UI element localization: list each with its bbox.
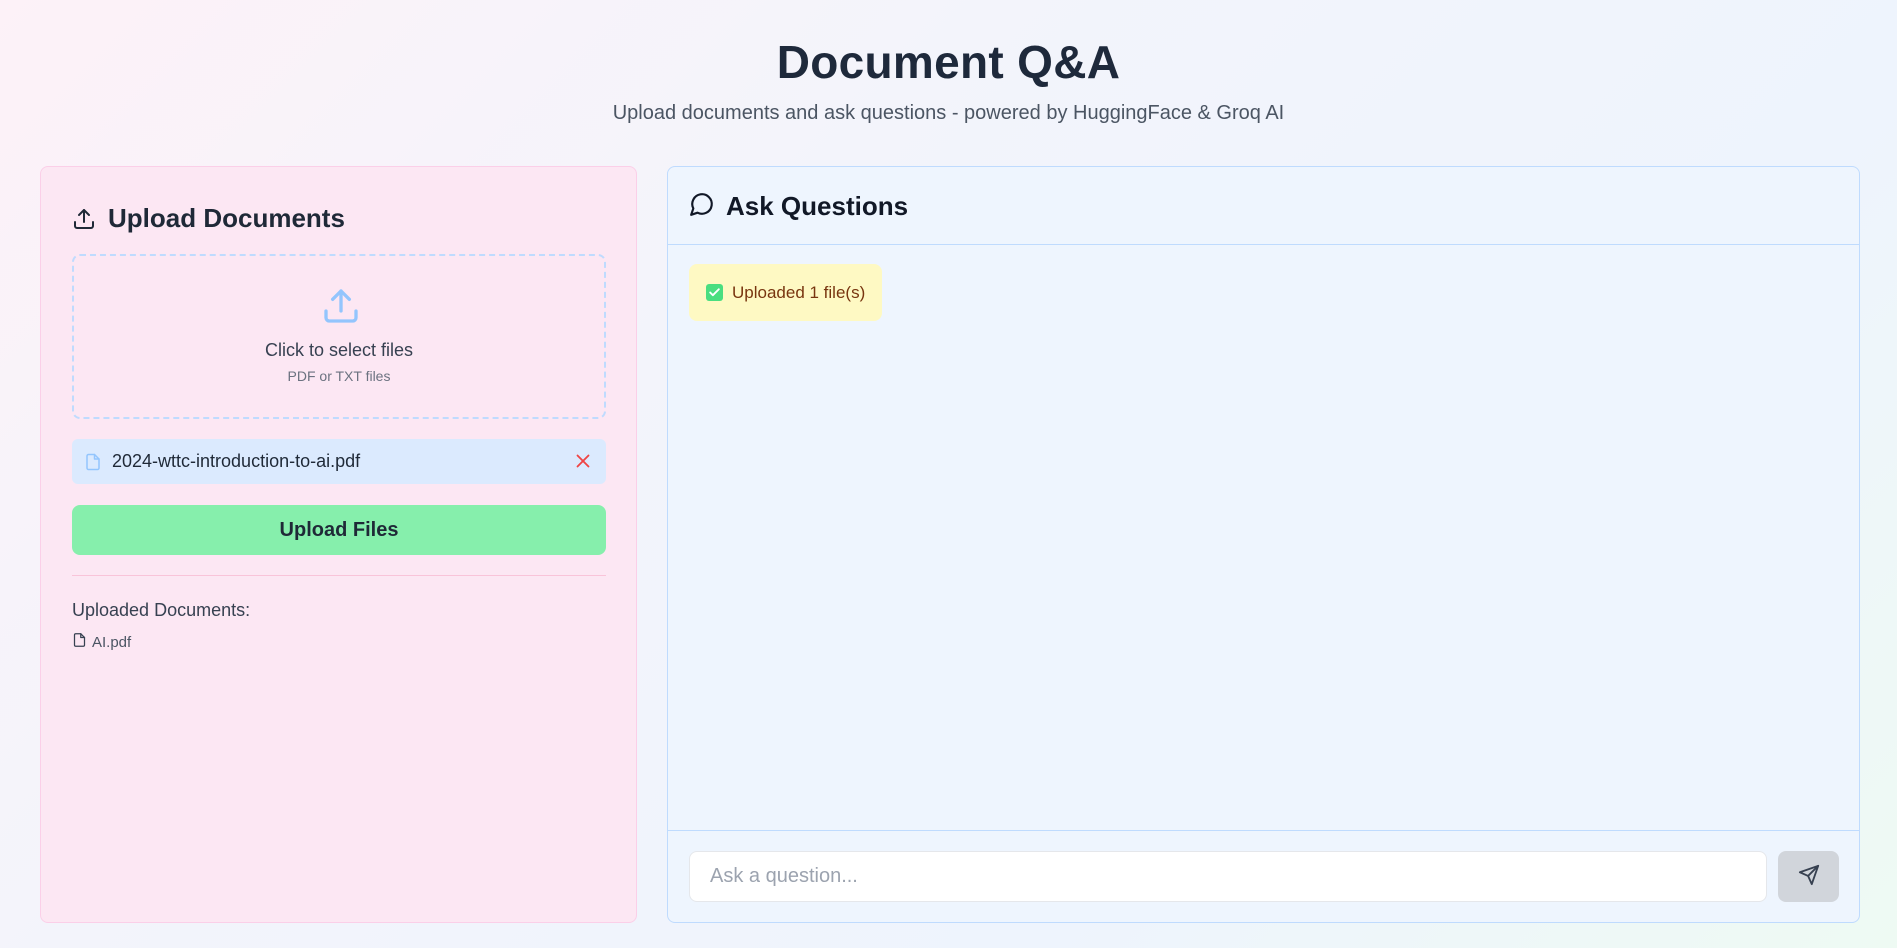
uploaded-documents-title: Uploaded Documents:: [72, 600, 251, 620]
dropzone-main-text: Click to select files: [264, 340, 414, 360]
page-header: Document Q&A Upload documents and ask qu…: [0, 32, 1897, 126]
uploaded-document-item: AI.pdf: [72, 632, 131, 653]
selected-file-name: 2024-wttc-introduction-to-ai.pdf: [112, 451, 361, 471]
question-input[interactable]: [689, 851, 1767, 902]
chat-panel: Ask Questions Uploaded 1 file(s): [667, 166, 1860, 923]
uploaded-document-name: AI.pdf: [92, 634, 132, 651]
upload-panel: Upload Documents Click to select files P…: [40, 166, 637, 923]
file-dropzone[interactable]: Click to select files PDF or TXT files: [72, 254, 606, 419]
message-circle-icon: [689, 191, 715, 222]
upload-icon: [321, 286, 361, 331]
divider: [72, 575, 606, 576]
upload-icon: [72, 207, 96, 231]
file-icon: [72, 632, 87, 653]
page-subtitle: Upload documents and ask questions - pow…: [612, 102, 1285, 124]
close-icon[interactable]: [572, 450, 594, 477]
upload-files-button[interactable]: Upload Files: [72, 505, 606, 555]
file-icon: [84, 452, 102, 472]
status-message: Uploaded 1 file(s): [689, 264, 883, 321]
upload-panel-heading: Upload Documents: [72, 203, 345, 234]
upload-panel-title: Upload Documents: [108, 203, 345, 233]
status-message-text: Uploaded 1 file(s): [732, 282, 866, 302]
send-button[interactable]: [1778, 851, 1839, 902]
dropzone-sub-text: PDF or TXT files: [287, 368, 391, 384]
chat-input-bar: [668, 830, 1859, 922]
chat-header: Ask Questions: [668, 167, 1859, 245]
page-title: Document Q&A: [776, 36, 1121, 88]
send-icon: [1798, 864, 1820, 889]
selected-file-item: 2024-wttc-introduction-to-ai.pdf: [72, 439, 606, 484]
chat-panel-title: Ask Questions: [726, 191, 909, 221]
check-icon: [706, 284, 723, 301]
